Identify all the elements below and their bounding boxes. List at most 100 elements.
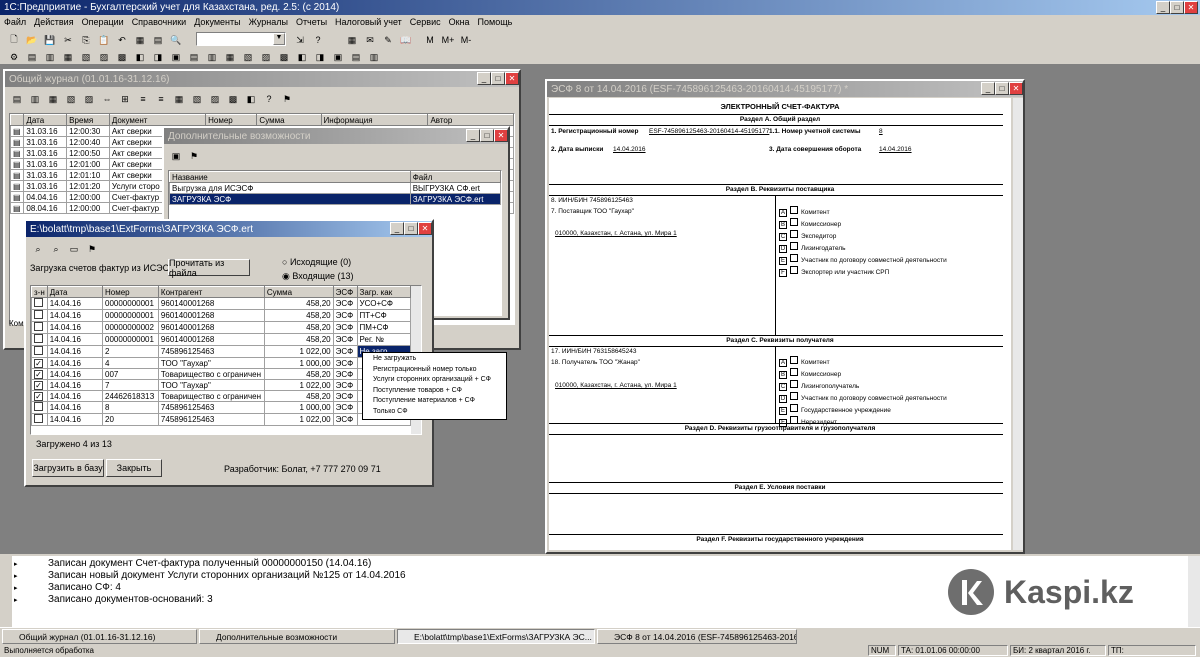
table-row[interactable]: ✓ 14.04.16 2446261831З Товарищество с огран… bbox=[31, 390, 412, 402]
doc-toolbar-icon-17[interactable]: ◨ bbox=[312, 49, 328, 65]
doc-toolbar-icon-6[interactable]: ▩ bbox=[114, 49, 130, 65]
category-checkbox[interactable] bbox=[790, 266, 798, 274]
row-checkbox[interactable]: ✓ bbox=[34, 369, 43, 379]
doc-toolbar-icon-4[interactable]: ▧ bbox=[78, 49, 94, 65]
journal-tool-icon-0[interactable]: ▤ bbox=[9, 91, 25, 107]
menu-item-10[interactable]: Помощь bbox=[478, 17, 513, 27]
journal-col-4[interactable]: Сумма bbox=[256, 114, 322, 126]
task-loader[interactable]: E:\bolatt\tmp\base1\ExtForms\ЗАГРУЗКА ЭС… bbox=[397, 629, 595, 644]
addons-col-1[interactable]: Файл bbox=[409, 171, 501, 183]
doc-toolbar-icon-20[interactable]: ▥ bbox=[366, 49, 382, 65]
doc-toolbar-icon-3[interactable]: ▦ bbox=[60, 49, 76, 65]
dropdown-option[interactable]: Не загружать bbox=[373, 354, 506, 365]
row-load-as[interactable]: Рег. № bbox=[356, 333, 412, 346]
loader-close-button[interactable]: ✕ bbox=[418, 222, 432, 235]
dropdown-option[interactable]: Поступление товаров + СФ bbox=[373, 386, 506, 397]
row-checkbox-cell[interactable] bbox=[31, 413, 48, 426]
table-row[interactable]: 14.04.16 8 745896125463 1 000,00 ЭСФ bbox=[31, 401, 412, 414]
loader-col-4[interactable]: Сумма bbox=[263, 286, 334, 298]
menu-item-7[interactable]: Налоговый учет bbox=[335, 17, 402, 27]
undo-icon[interactable]: ↶ bbox=[114, 32, 130, 48]
journal-col-6[interactable]: Автор bbox=[427, 114, 514, 126]
menu-item-9[interactable]: Окна bbox=[449, 17, 470, 27]
loader-minimize-button[interactable]: _ bbox=[390, 222, 404, 235]
dropdown-option[interactable]: Услуги сторонних организаций + СФ bbox=[373, 375, 506, 386]
row-checkbox-cell[interactable] bbox=[31, 309, 48, 322]
row-checkbox[interactable]: ✓ bbox=[34, 391, 43, 401]
table-row[interactable]: 14.04.16 00000000001 960140001268 458,20 ЭСФ… bbox=[31, 297, 412, 310]
journal-tool-icon-11[interactable]: ▨ bbox=[207, 91, 223, 107]
find-icon[interactable]: ⌕ bbox=[48, 241, 64, 257]
category-checkbox[interactable] bbox=[790, 368, 798, 376]
addons-col-0[interactable]: Название bbox=[169, 171, 411, 183]
table-icon[interactable]: ▦ bbox=[344, 32, 360, 48]
dropdown-option[interactable]: Только СФ bbox=[373, 407, 506, 418]
journal-col-5[interactable]: Информация bbox=[320, 114, 429, 126]
menu-item-5[interactable]: Журналы bbox=[249, 17, 288, 27]
journal-tool-icon-10[interactable]: ▧ bbox=[189, 91, 205, 107]
row-checkbox-cell[interactable]: ✓ bbox=[31, 368, 48, 380]
mail-icon[interactable]: ✉ bbox=[362, 32, 378, 48]
journal-col-3[interactable]: Номер bbox=[205, 114, 258, 126]
save-icon[interactable]: 💾 bbox=[42, 32, 58, 48]
m-minus-icon[interactable]: M- bbox=[458, 32, 474, 48]
row-checkbox-cell[interactable]: ✓ bbox=[31, 357, 48, 369]
menu-item-0[interactable]: Файл bbox=[4, 17, 26, 27]
calc-icon[interactable]: ▦ bbox=[132, 32, 148, 48]
book-icon[interactable]: 📖 bbox=[398, 32, 414, 48]
category-checkbox[interactable] bbox=[790, 206, 798, 214]
row-checkbox[interactable] bbox=[34, 322, 43, 331]
load-as-dropdown[interactable]: Не загружать Регистрационный номер только… bbox=[362, 352, 507, 420]
journal-tool-icon-7[interactable]: ≡ bbox=[135, 91, 151, 107]
app-minimize-button[interactable]: _ bbox=[1156, 1, 1170, 14]
category-checkbox[interactable] bbox=[790, 218, 798, 226]
doc-toolbar-icon-10[interactable]: ▤ bbox=[186, 49, 202, 65]
search-icon[interactable]: 🔍 bbox=[168, 32, 184, 48]
filter-icon[interactable]: ⚑ bbox=[186, 148, 202, 164]
row-checkbox-cell[interactable] bbox=[31, 345, 48, 358]
loader-maximize-button[interactable]: □ bbox=[404, 222, 418, 235]
row-checkbox-cell[interactable]: ✓ bbox=[31, 379, 48, 391]
row-checkbox-cell[interactable] bbox=[31, 321, 48, 334]
calendar-icon[interactable]: ▤ bbox=[150, 32, 166, 48]
doc-toolbar-icon-13[interactable]: ▧ bbox=[240, 49, 256, 65]
journal-tool-icon-13[interactable]: ◧ bbox=[243, 91, 259, 107]
row-checkbox[interactable]: ✓ bbox=[34, 380, 43, 390]
addons-close-button[interactable]: ✕ bbox=[494, 129, 508, 142]
open-icon[interactable]: 📂 bbox=[24, 32, 40, 48]
doc-toolbar-icon-8[interactable]: ◨ bbox=[150, 49, 166, 65]
menu-item-2[interactable]: Операции bbox=[82, 17, 124, 27]
row-checkbox[interactable] bbox=[34, 298, 43, 307]
paste-icon[interactable]: 📋 bbox=[96, 32, 112, 48]
radio-incoming[interactable]: ◉ Входящие (13) bbox=[282, 271, 354, 282]
list-item[interactable]: ЗАГРУЗКА ЭСФ ЗАГРУЗКА ЭСФ.ert bbox=[169, 193, 501, 205]
menu-item-4[interactable]: Документы bbox=[194, 17, 240, 27]
journal-tool-icon-5[interactable]: ⇔ bbox=[99, 91, 115, 107]
journal-tool-icon-3[interactable]: ▧ bbox=[63, 91, 79, 107]
addons-maximize-button[interactable]: □ bbox=[480, 129, 494, 142]
loader-col-1[interactable]: Дата bbox=[46, 286, 104, 298]
row-checkbox[interactable] bbox=[34, 414, 43, 423]
journal-maximize-button[interactable]: □ bbox=[491, 72, 505, 85]
m-plus-icon[interactable]: M+ bbox=[440, 32, 456, 48]
journal-close-button[interactable]: ✕ bbox=[505, 72, 519, 85]
table-row[interactable]: 14.04.16 00000000002 960140001268 458,20 ЭСФ… bbox=[31, 321, 412, 334]
journal-tool-icon-12[interactable]: ▩ bbox=[225, 91, 241, 107]
journal-tool-icon-2[interactable]: ▦ bbox=[45, 91, 61, 107]
journal-tool-icon-8[interactable]: ≡ bbox=[153, 91, 169, 107]
app-close-button[interactable]: ✕ bbox=[1184, 1, 1198, 14]
loader-col-6[interactable]: Загр. как bbox=[356, 286, 412, 298]
menu-item-3[interactable]: Справочники bbox=[132, 17, 187, 27]
dropdown-option[interactable]: Поступление материалов + СФ bbox=[373, 396, 506, 407]
table-row[interactable]: ✓ 14.04.16 7 ТОО "Гаухар" 1 022,00 ЭСФ bbox=[31, 379, 412, 391]
row-checkbox[interactable] bbox=[34, 334, 43, 343]
table-row[interactable]: 14.04.16 00000000001 960140001268 458,20 ЭСФ… bbox=[31, 333, 412, 346]
menu-item-1[interactable]: Действия bbox=[34, 17, 73, 27]
radio-outgoing[interactable]: ○ Исходящие (0) bbox=[282, 257, 351, 267]
close-button[interactable]: Закрыть bbox=[106, 459, 162, 477]
doc-icon[interactable]: ▭ bbox=[66, 241, 82, 257]
binoculars-icon[interactable]: ⌕ bbox=[30, 241, 46, 257]
loader-col-0[interactable]: з-н bbox=[31, 286, 48, 298]
doc-toolbar-icon-0[interactable]: ⚙ bbox=[6, 49, 22, 65]
row-checkbox[interactable] bbox=[34, 346, 43, 355]
